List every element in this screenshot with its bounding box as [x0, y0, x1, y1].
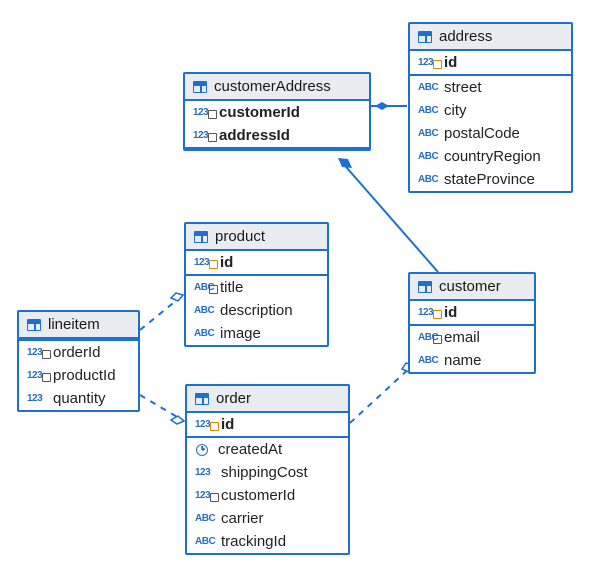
field-row: 123 id: [186, 251, 327, 274]
entity-header[interactable]: customerAddress: [185, 74, 369, 101]
field-name: description: [220, 302, 293, 319]
entity-header[interactable]: address: [410, 24, 571, 51]
table-icon: [418, 281, 432, 293]
table-icon: [194, 231, 208, 243]
entity-title: customer: [439, 278, 501, 295]
type-text-fk-icon: ABC: [418, 332, 440, 343]
entity-lineitem[interactable]: lineitem 123 orderId 123 productId 123 quan…: [17, 310, 140, 412]
field-row: 123 productId: [19, 364, 138, 387]
type-int-pk-icon: 123: [418, 307, 440, 318]
type-text-fk-icon: ABC: [194, 282, 216, 293]
field-name: customerId: [221, 487, 295, 504]
field-row: 123 id: [410, 51, 571, 74]
type-text-icon: ABC: [195, 536, 217, 547]
entity-title: order: [216, 390, 251, 407]
field-name: quantity: [53, 390, 106, 407]
entity-order[interactable]: order 123 id createdAt 123 shippingCost 12…: [185, 384, 350, 555]
type-text-icon: ABC: [195, 513, 217, 524]
type-int-icon: 123: [195, 467, 217, 478]
field-row: ABC description: [186, 299, 327, 322]
type-text-icon: ABC: [418, 151, 440, 162]
type-text-icon: ABC: [194, 305, 216, 316]
type-text-icon: ABC: [194, 328, 216, 339]
field-name: productId: [53, 367, 116, 384]
entity-header[interactable]: lineitem: [19, 312, 138, 339]
type-int-pk-icon: 123: [194, 257, 216, 268]
field-name: city: [444, 102, 467, 119]
entity-header[interactable]: order: [187, 386, 348, 413]
field-name: image: [220, 325, 261, 342]
type-text-icon: ABC: [418, 174, 440, 185]
field-name: street: [444, 79, 482, 96]
field-row: 123 quantity: [19, 387, 138, 410]
field-row: ABC trackingId: [187, 530, 348, 553]
type-text-icon: ABC: [418, 105, 440, 116]
field-name: addressId: [219, 127, 290, 144]
field-row: createdAt: [187, 438, 348, 461]
field-name: name: [444, 352, 482, 369]
type-text-icon: ABC: [418, 128, 440, 139]
entity-title: lineitem: [48, 316, 100, 333]
type-text-icon: ABC: [418, 355, 440, 366]
field-row: ABC name: [410, 349, 534, 372]
entity-customer[interactable]: customer 123 id ABC email ABC name: [408, 272, 536, 374]
field-row: 123 id: [187, 413, 348, 436]
entity-title: customerAddress: [214, 78, 331, 95]
type-text-icon: ABC: [418, 82, 440, 93]
field-name: createdAt: [218, 441, 282, 458]
field-name: carrier: [221, 510, 264, 527]
table-icon: [27, 319, 41, 331]
field-row: 123 shippingCost: [187, 461, 348, 484]
field-row: ABC email: [410, 326, 534, 349]
field-name: countryRegion: [444, 148, 541, 165]
table-icon: [418, 31, 432, 43]
type-int-fk-icon: 123: [27, 370, 49, 381]
field-name: stateProvince: [444, 171, 535, 188]
entity-header[interactable]: product: [186, 224, 327, 251]
type-int-pk-icon: 123: [195, 419, 217, 430]
table-icon: [195, 393, 209, 405]
field-name: id: [444, 304, 457, 321]
field-row: ABC title: [186, 276, 327, 299]
entity-customer-address[interactable]: customerAddress 123 customerId 123 address…: [183, 72, 371, 151]
entity-header[interactable]: customer: [410, 274, 534, 301]
field-name: shippingCost: [221, 464, 308, 481]
field-name: id: [220, 254, 233, 271]
field-name: id: [444, 54, 457, 71]
type-int-icon: 123: [27, 393, 49, 404]
entity-product[interactable]: product 123 id ABC title ABC description AB…: [184, 222, 329, 347]
field-row: ABC countryRegion: [410, 145, 571, 168]
field-name: id: [221, 416, 234, 433]
table-icon: [193, 81, 207, 93]
field-row: 123 id: [410, 301, 534, 324]
field-name: title: [220, 279, 243, 296]
type-int-fk-icon: 123: [27, 347, 49, 358]
type-int-fk-icon: 123: [195, 490, 217, 501]
field-row: 123 orderId: [19, 341, 138, 364]
field-row: ABC image: [186, 322, 327, 345]
field-row: ABC carrier: [187, 507, 348, 530]
type-datetime-icon: [196, 444, 208, 456]
field-name: orderId: [53, 344, 101, 361]
field-row: ABC city: [410, 99, 571, 122]
type-int-fk-icon: 123: [193, 107, 215, 118]
field-row: 123 customerId: [185, 101, 369, 124]
type-int-pk-icon: 123: [418, 57, 440, 68]
field-row: ABC street: [410, 76, 571, 99]
entity-title: address: [439, 28, 492, 45]
entity-title: product: [215, 228, 265, 245]
type-int-fk-icon: 123: [193, 130, 215, 141]
field-name: customerId: [219, 104, 300, 121]
field-row: 123 addressId: [185, 124, 369, 147]
field-row: ABC stateProvince: [410, 168, 571, 191]
field-row: ABC postalCode: [410, 122, 571, 145]
field-name: trackingId: [221, 533, 286, 550]
field-row: 123 customerId: [187, 484, 348, 507]
field-name: postalCode: [444, 125, 520, 142]
field-name: email: [444, 329, 480, 346]
entity-address[interactable]: address 123 id ABC street ABC city ABC post…: [408, 22, 573, 193]
